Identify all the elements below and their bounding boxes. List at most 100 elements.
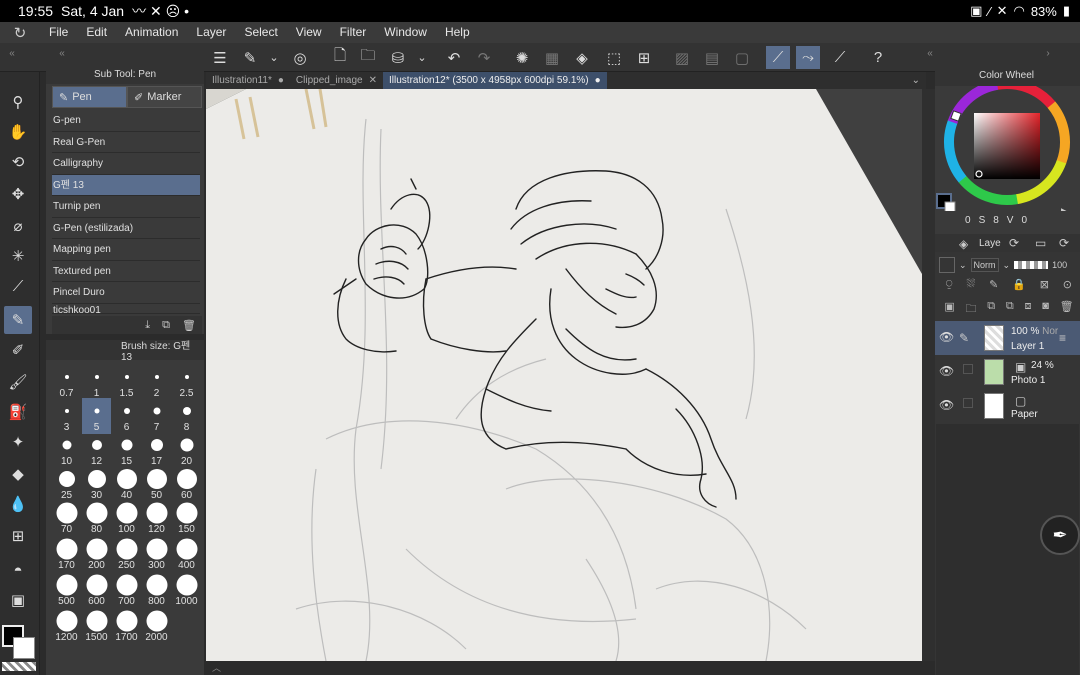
subtool-item[interactable]: ticshkoo01 — [52, 304, 200, 314]
brush-size-option[interactable]: 200 — [82, 536, 111, 572]
trash-icon[interactable]: 🗑 — [1060, 300, 1074, 320]
move-tool-icon[interactable]: ✥ — [4, 180, 32, 208]
brush-size-option[interactable]: 150 — [172, 500, 201, 536]
brush-size-option[interactable]: 600 — [82, 572, 111, 608]
brush-size-option[interactable]: 10 — [52, 432, 81, 468]
draft-icon[interactable]: ✎ — [989, 278, 998, 298]
brush-size-option[interactable]: 120 — [142, 500, 171, 536]
menu-edit[interactable]: Edit — [77, 22, 116, 43]
reference-icon[interactable]: ⛆ — [966, 278, 975, 298]
blend-mode-select[interactable]: Norm — [970, 258, 999, 272]
invert-selection-icon[interactable]: ▤ — [700, 46, 724, 69]
undo-icon[interactable]: ↶ — [442, 46, 466, 69]
visibility-eye-icon[interactable]: 👁 — [939, 364, 954, 378]
menu-help[interactable]: Help — [436, 22, 479, 43]
floating-edit-button[interactable]: ✒ — [1040, 515, 1080, 555]
layer-row-photo1[interactable]: 👁 24 % ▣ Photo 1 — [935, 355, 1080, 389]
layer-tab-icon[interactable]: ⟳ — [1009, 236, 1019, 250]
brush-size-option[interactable]: 1700 — [112, 608, 141, 644]
subtool-item-active[interactable]: G펜 13 — [52, 174, 200, 196]
open-folder-icon[interactable]: 🗀 — [356, 46, 380, 69]
close-icon[interactable]: ✕ — [369, 72, 377, 89]
brush-size-option[interactable]: 15 — [112, 432, 141, 468]
layer-tab-icon[interactable]: ⟳ — [1059, 236, 1069, 250]
brush-size-option[interactable]: 20 — [172, 432, 201, 468]
subtool-item[interactable]: Textured pen — [52, 261, 200, 282]
brush-size-option[interactable]: 2000 — [142, 608, 171, 644]
lock-transparent-icon[interactable]: ⊠ — [1040, 278, 1049, 298]
brush-size-option[interactable]: 80 — [82, 500, 111, 536]
hand-tool-icon[interactable]: ✋ — [4, 118, 32, 146]
menu-file[interactable]: File — [40, 22, 77, 43]
duplicate-icon[interactable]: ⧉ — [162, 319, 170, 332]
visibility-eye-icon[interactable]: 👁 — [939, 398, 954, 412]
brush-size-option[interactable]: 2.5 — [172, 364, 201, 400]
brush-size-option[interactable]: 1200 — [52, 608, 81, 644]
expand-right-icon[interactable]: › — [1036, 43, 1060, 63]
menu-filter[interactable]: Filter — [331, 22, 376, 43]
doc-tab-active[interactable]: Illustration12* (3500 x 4958px 600dpi 59… — [383, 72, 607, 89]
brush-size-option[interactable]: 5 — [82, 398, 111, 434]
app-logo-icon[interactable]: ↻ — [0, 24, 40, 42]
auto-select-icon[interactable]: ✳ — [4, 242, 32, 270]
tab-pen[interactable]: ✎ Pen — [52, 86, 127, 108]
subtool-item[interactable]: G-pen — [52, 110, 200, 132]
transparent-color-swatch[interactable] — [2, 662, 36, 671]
doc-tab[interactable]: Illustration11* ● — [206, 72, 290, 89]
chevron-down-icon[interactable]: ⌄ — [912, 72, 926, 89]
brush-size-option[interactable]: 50 — [142, 466, 171, 502]
chevron-down-icon[interactable]: ⌄ — [262, 46, 286, 69]
new-raster-layer-icon[interactable]: ▣ — [944, 300, 954, 320]
crop-icon[interactable]: ⬚ — [602, 46, 626, 69]
layer-row-layer1[interactable]: 👁 ✎ 100 % Nor Layer 1 ≡ — [935, 321, 1080, 355]
figure-tool-icon[interactable]: ⊞ — [4, 522, 32, 550]
show-selection-icon[interactable]: ▢ — [730, 46, 754, 69]
fill-tool-icon[interactable]: ◓ — [4, 556, 32, 584]
brush-size-option[interactable]: 0.7 — [52, 364, 81, 400]
opacity-slider[interactable] — [1014, 261, 1049, 269]
brush-size-option[interactable]: 300 — [142, 536, 171, 572]
chevron-down-icon[interactable]: ⌄ — [959, 260, 967, 271]
layer-row-paper[interactable]: 👁 ▢ Paper — [935, 389, 1080, 423]
opacity-value[interactable]: 100 — [1052, 260, 1067, 270]
eyedropper-icon[interactable]: ⟋ — [4, 272, 32, 300]
menu-select[interactable]: Select — [235, 22, 286, 43]
chevron-down-icon[interactable]: ⌄ — [410, 46, 434, 69]
transfer-icon[interactable]: ⧉ — [987, 300, 995, 320]
eraser-tool-icon[interactable]: ◆ — [4, 460, 32, 488]
brush-size-option[interactable]: 800 — [142, 572, 171, 608]
brush-size-option[interactable]: 40 — [112, 466, 141, 502]
brush-size-option[interactable]: 70 — [52, 500, 81, 536]
brush-size-option[interactable]: 3 — [52, 398, 81, 434]
collapse-left-icon[interactable]: « — [0, 43, 24, 63]
lock-icon[interactable]: 🔒 — [1012, 278, 1026, 298]
brush-size-option[interactable]: 17 — [142, 432, 171, 468]
brush-size-option[interactable]: 170 — [52, 536, 81, 572]
tab-marker[interactable]: ✐ Marker — [127, 86, 202, 108]
brush-size-option[interactable]: 1.5 — [112, 364, 141, 400]
brush-size-option[interactable]: 8 — [172, 398, 201, 434]
brush-size-option[interactable]: 60 — [172, 466, 201, 502]
zoom-tool-icon[interactable]: ⚲ — [4, 88, 32, 116]
brush-size-option[interactable]: 2 — [142, 364, 171, 400]
transform-icon[interactable]: ⊞ — [632, 46, 656, 69]
brush-size-option[interactable]: 1500 — [82, 608, 111, 644]
chevron-down-icon[interactable]: ⌄ — [1003, 260, 1011, 271]
menu-layer[interactable]: Layer — [187, 22, 235, 43]
snap-ruler-icon[interactable]: ⟋ — [766, 46, 790, 69]
fill-icon[interactable]: ◈ — [570, 46, 594, 69]
rotate-tool-icon[interactable]: ⟲ — [4, 148, 32, 176]
pencil-tool-icon[interactable]: ✐ — [4, 336, 32, 364]
combine-icon[interactable]: ⧈ — [1025, 300, 1032, 320]
color-wheel[interactable]: ▶ — [935, 86, 1080, 211]
brush-size-option[interactable]: 7 — [142, 398, 171, 434]
clip-icon[interactable]: ⍜ — [946, 278, 953, 298]
menu-window[interactable]: Window — [375, 22, 436, 43]
layer-select-checkbox[interactable] — [963, 364, 973, 374]
spiral-icon[interactable]: ◎ — [288, 46, 312, 69]
clear-icon[interactable]: ▦ — [540, 46, 564, 69]
download-icon[interactable]: ⤓ — [145, 319, 150, 332]
brush-size-option[interactable]: 700 — [112, 572, 141, 608]
brush-size-option[interactable]: 400 — [172, 536, 201, 572]
subtool-item[interactable]: Turnip pen — [52, 196, 200, 218]
